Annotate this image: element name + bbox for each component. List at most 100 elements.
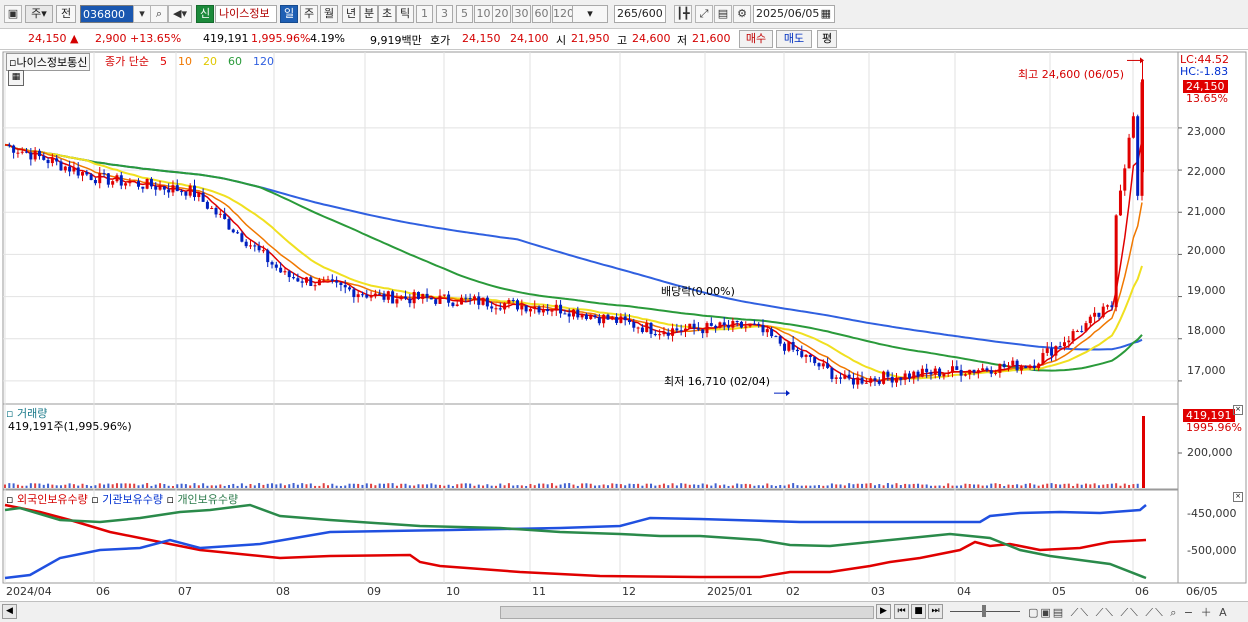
candle-body	[976, 370, 980, 373]
period-tab-2[interactable]: 월	[320, 5, 338, 23]
volume-bar	[1024, 483, 1027, 488]
candle-body	[757, 324, 761, 326]
volume-bar	[895, 483, 898, 488]
last-icon[interactable]: ⏭	[928, 604, 943, 619]
volume-bar	[12, 483, 15, 488]
x-axis-tick: 06	[1135, 585, 1149, 598]
volume-bar	[628, 483, 631, 488]
custom-minute-select[interactable]: ▾	[572, 5, 608, 23]
volume-bar	[589, 483, 592, 488]
minute-tab-120[interactable]: 120	[552, 5, 574, 23]
calendar-icon[interactable]: ▦	[821, 6, 831, 22]
volume-bar	[934, 485, 937, 488]
drawing-tools-icon[interactable]: ▢▣▤ ⟋⟍ ⟋⟍ ⟋⟍ ⟋⟍ ⌕ − ＋ A	[1028, 604, 1229, 620]
volume-bar	[288, 484, 291, 488]
volume-bar	[215, 485, 218, 488]
minute-tab-10[interactable]: 10	[474, 5, 493, 23]
eval-button[interactable]: 평	[817, 30, 837, 48]
volume-bar	[899, 485, 902, 488]
volume-bar	[1037, 485, 1040, 488]
search-icon[interactable]: ⌕	[150, 5, 168, 23]
candle-body	[752, 323, 756, 325]
candle-body	[98, 173, 102, 184]
x-axis-tick: 02	[786, 585, 800, 598]
candle-body	[231, 229, 235, 233]
stock-code-input[interactable]	[80, 5, 134, 23]
minute-tab-20[interactable]: 20	[492, 5, 511, 23]
volume-bar	[236, 485, 239, 488]
candle-body	[356, 294, 360, 298]
panel-close-icon[interactable]: ×	[1233, 492, 1243, 502]
candle-body	[959, 369, 963, 376]
volume-bar	[581, 483, 584, 488]
volume-bar	[555, 485, 558, 488]
chart-scrollbar[interactable]: ◀ ▶ ⏮ ■ ⏭ ▢▣▤ ⟋⟍ ⟋⟍ ⟋⟍ ⟋⟍ ⌕ − ＋ A	[0, 601, 1248, 622]
candle-type-icon[interactable]: ┃╋	[674, 5, 692, 23]
volume-bar	[766, 483, 769, 488]
minute-tab-30[interactable]: 30	[512, 5, 531, 23]
period-tab-6[interactable]: 틱	[396, 5, 414, 23]
period-type-select[interactable]: 주▾	[25, 5, 53, 23]
scroll-left-icon[interactable]: ◀	[2, 604, 17, 619]
buy-button[interactable]: 매수	[739, 30, 773, 48]
candle-body	[408, 298, 412, 304]
change: 2,900	[95, 32, 127, 45]
save-icon[interactable]: ▤	[714, 5, 732, 23]
scroll-right-icon[interactable]: ▶	[876, 604, 891, 619]
chart-canvas[interactable]	[0, 50, 1248, 601]
minute-tab-3[interactable]: 3	[436, 5, 453, 23]
candle-body	[477, 296, 481, 305]
candle-body	[89, 174, 93, 181]
stop-icon[interactable]: ■	[911, 604, 926, 619]
period-tab-5[interactable]: 초	[378, 5, 396, 23]
code-dropdown-icon[interactable]: ▾	[133, 5, 151, 23]
chart-window-icon[interactable]: ▣	[4, 5, 22, 23]
count-field[interactable]: 265/600	[614, 5, 666, 23]
panel-close-icon[interactable]: ×	[1233, 405, 1243, 415]
candle-body	[834, 377, 838, 379]
first-icon[interactable]: ⏮	[894, 604, 909, 619]
candle-body	[434, 299, 438, 304]
candle-body	[645, 322, 649, 333]
volume-bar	[327, 485, 330, 488]
volume-bar	[94, 485, 97, 488]
candle-body	[709, 323, 713, 326]
sound-icon[interactable]: ◀▾	[168, 5, 192, 23]
candle-body	[826, 363, 830, 368]
volume-bar	[576, 485, 579, 488]
zoom-handle[interactable]	[982, 605, 986, 617]
volume-bar	[990, 483, 993, 488]
volume-bar	[426, 484, 429, 488]
minute-tab-1[interactable]: 1	[416, 5, 433, 23]
candle-body	[124, 183, 128, 186]
sell-button[interactable]: 매도	[776, 30, 812, 48]
period-tab-0[interactable]: 일	[280, 5, 298, 23]
date-field[interactable]: 2025/06/05 ▦	[753, 5, 835, 23]
candle-body	[1080, 331, 1084, 333]
minute-tab-5[interactable]: 5	[456, 5, 473, 23]
x-axis-tick: 04	[957, 585, 971, 598]
period-tab-4[interactable]: 분	[360, 5, 378, 23]
period-tab-1[interactable]: 주	[300, 5, 318, 23]
volume-bar	[344, 485, 347, 488]
candle-body	[29, 152, 33, 160]
volume-bar	[197, 485, 200, 488]
prev-button[interactable]: 전	[56, 5, 76, 23]
volume-bar	[947, 483, 950, 488]
minute-tab-60[interactable]: 60	[532, 5, 551, 23]
calculator-icon[interactable]: ▦	[8, 70, 24, 86]
volume-bar	[499, 483, 502, 488]
volume-bar	[865, 483, 868, 488]
volume-ytick: 200,000	[1187, 446, 1233, 459]
volume-bar	[193, 483, 196, 488]
volume-panel-frame	[2, 403, 1179, 490]
volume-bar	[417, 484, 420, 488]
volume-bar	[309, 483, 312, 488]
chart-tools-icon[interactable]: ⤢	[695, 5, 713, 23]
period-tab-3[interactable]: 년	[342, 5, 360, 23]
x-axis-tick: 2024/04	[6, 585, 52, 598]
scroll-thumb[interactable]	[500, 606, 874, 619]
volume-bar	[68, 483, 71, 488]
gear-icon[interactable]: ⚙	[733, 5, 751, 23]
candle-body	[468, 298, 472, 300]
